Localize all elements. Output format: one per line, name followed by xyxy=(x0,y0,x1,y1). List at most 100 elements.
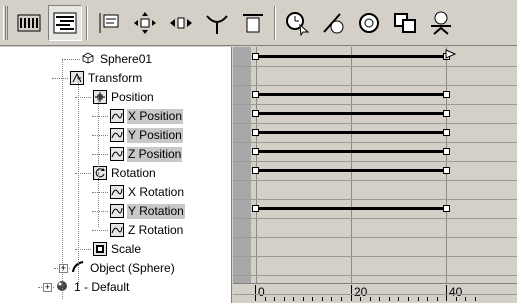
toolbar-grip[interactable] xyxy=(3,6,8,40)
select-time-button[interactable] xyxy=(280,5,314,41)
tree-item-label: 1 - Default xyxy=(74,280,130,294)
ruler-minor-tick xyxy=(293,297,294,301)
range-start-handle[interactable] xyxy=(252,205,259,212)
track-range-area[interactable]: 0 20 40 xyxy=(233,47,517,303)
tree-item-label: Position xyxy=(111,90,154,104)
tree-item-y-rotation[interactable]: Y Rotation xyxy=(0,202,231,221)
tree-connector xyxy=(92,135,108,136)
object-modifier-icon xyxy=(72,261,86,275)
ruler-minor-tick xyxy=(370,297,371,301)
float-curve-icon xyxy=(110,128,124,142)
add-keys-button[interactable] xyxy=(236,5,270,41)
ruler-minor-tick xyxy=(312,297,313,301)
tree-item-x-rotation[interactable]: X Rotation xyxy=(0,183,231,202)
expand-toggle-icon[interactable]: + xyxy=(59,264,68,273)
edit-ranges-icon xyxy=(53,12,77,34)
tree-item-label: Y Rotation xyxy=(127,204,185,219)
toolbar-separator xyxy=(86,6,88,40)
expand-toggle-icon[interactable]: + xyxy=(43,283,52,292)
delete-time-button[interactable] xyxy=(316,5,350,41)
tree-item-sphere01[interactable]: Sphere01 xyxy=(0,50,231,69)
range-start-handle[interactable] xyxy=(252,129,259,136)
track-row[interactable] xyxy=(233,276,517,295)
tree-item-label: Transform xyxy=(88,71,143,85)
range-end-handle[interactable] xyxy=(443,91,450,98)
tree-item-1-default[interactable]: 1 - Default + xyxy=(0,278,231,297)
range-bar[interactable] xyxy=(255,55,446,58)
range-bar[interactable] xyxy=(255,150,446,153)
tree-item-label: Y Position xyxy=(127,128,183,143)
range-start-handle[interactable] xyxy=(252,167,259,174)
track-row[interactable] xyxy=(233,257,517,276)
ruler-minor-tick xyxy=(465,297,466,301)
ruler-minor-tick xyxy=(427,297,428,301)
tree-item-object-sphere[interactable]: Object (Sphere) + xyxy=(0,259,231,278)
float-curve-icon xyxy=(110,185,124,199)
transform-icon xyxy=(70,71,84,85)
slide-keys-icon xyxy=(170,17,192,29)
float-curve-icon xyxy=(110,109,124,123)
tree-item-label: Scale xyxy=(111,242,142,256)
tree-item-x-position[interactable]: X Position xyxy=(0,107,231,126)
range-start-handle[interactable] xyxy=(252,110,259,117)
track-row[interactable] xyxy=(233,219,517,238)
range-start-handle[interactable] xyxy=(252,53,259,60)
float-curve-icon xyxy=(110,147,124,161)
tree-connector xyxy=(98,173,99,227)
reverse-time-icon xyxy=(359,13,379,33)
track-row[interactable] xyxy=(233,181,517,200)
range-end-handle[interactable] xyxy=(443,167,450,174)
ruler-minor-tick xyxy=(322,297,323,301)
insert-time-button[interactable] xyxy=(388,5,422,41)
reverse-time-button[interactable] xyxy=(352,5,386,41)
tree-connector xyxy=(92,230,108,231)
edit-keys-mode-button[interactable] xyxy=(12,5,46,41)
range-bar[interactable] xyxy=(255,112,446,115)
range-end-handle[interactable] xyxy=(443,110,450,117)
tree-item-scale[interactable]: Scale xyxy=(0,240,231,259)
slide-keys-button[interactable] xyxy=(164,5,198,41)
rotation-icon xyxy=(93,166,107,180)
controller-hierarchy-tree: Sphere01 Transform Position X Position Y Pos… xyxy=(0,47,232,303)
range-start-handle[interactable] xyxy=(252,148,259,155)
range-bar[interactable] xyxy=(255,93,446,96)
scale-keys-button[interactable] xyxy=(200,5,234,41)
tree-connector xyxy=(92,154,108,155)
range-bar[interactable] xyxy=(255,169,446,172)
edit-ranges-mode-button[interactable] xyxy=(48,5,82,41)
tree-connector xyxy=(92,116,108,117)
move-keys-button[interactable] xyxy=(128,5,162,41)
ruler-minor-tick xyxy=(408,297,409,301)
ruler-minor-tick xyxy=(303,297,304,301)
range-start-handle[interactable] xyxy=(252,91,259,98)
position-icon xyxy=(93,90,107,104)
filters-button[interactable] xyxy=(92,5,126,41)
delete-time-icon xyxy=(323,13,344,34)
range-end-handle[interactable] xyxy=(443,148,450,155)
tree-item-transform[interactable]: Transform xyxy=(0,69,231,88)
range-bar[interactable] xyxy=(255,207,446,210)
tree-item-rotation[interactable]: Rotation xyxy=(0,164,231,183)
tree-connector xyxy=(78,78,79,286)
track-view-toolbar xyxy=(0,0,517,46)
scale-time-button[interactable] xyxy=(424,5,458,41)
tree-item-y-position[interactable]: Y Position xyxy=(0,126,231,145)
tree-item-label: Z Rotation xyxy=(128,223,184,237)
tree-item-z-position[interactable]: Z Position xyxy=(0,145,231,164)
track-row[interactable] xyxy=(233,67,517,86)
range-bar[interactable] xyxy=(255,131,446,134)
scale-icon xyxy=(93,242,107,256)
ruler-minor-tick xyxy=(284,297,285,301)
float-curve-icon xyxy=(110,223,124,237)
tree-item-label: X Rotation xyxy=(128,185,185,199)
tree-item-label: Object (Sphere) xyxy=(90,261,175,275)
range-end-handle[interactable] xyxy=(443,205,450,212)
ruler-minor-tick xyxy=(398,297,399,301)
tree-item-position[interactable]: Position xyxy=(0,88,231,107)
track-row[interactable] xyxy=(233,238,517,257)
float-curve-icon xyxy=(110,204,124,218)
sphere-object-icon xyxy=(82,52,96,66)
range-end-handle[interactable] xyxy=(443,129,450,136)
add-keys-icon xyxy=(243,14,263,33)
tree-item-z-rotation[interactable]: Z Rotation xyxy=(0,221,231,240)
